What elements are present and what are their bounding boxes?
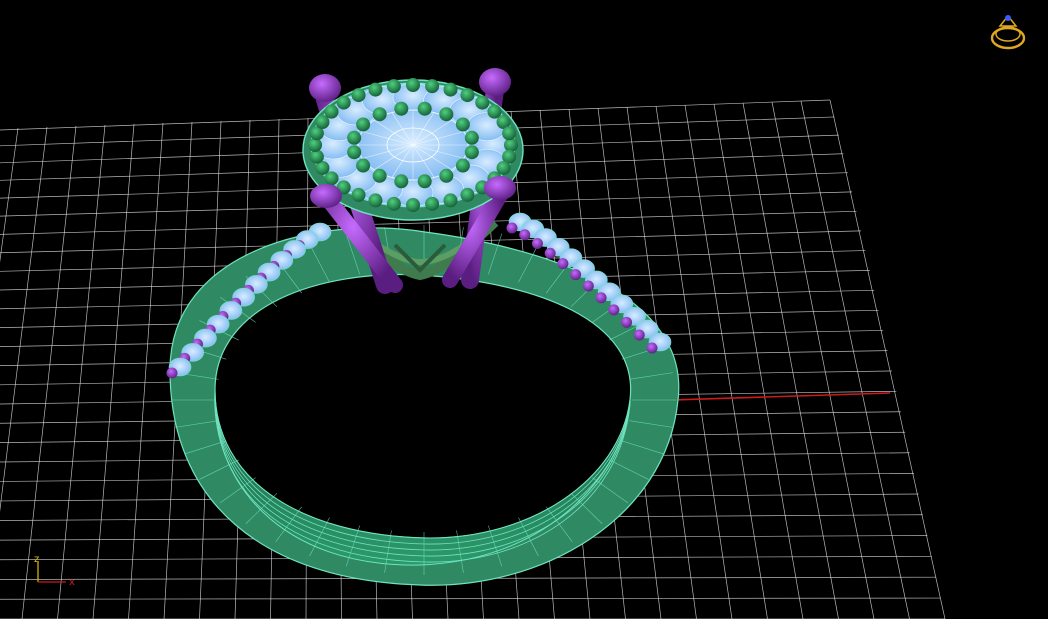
3d-viewport[interactable]: z x bbox=[0, 0, 1048, 619]
center-stone-facets bbox=[358, 110, 468, 180]
triad-x-label: x bbox=[69, 577, 75, 588]
axis-triad: z x bbox=[34, 554, 75, 588]
ring-model[interactable] bbox=[166, 68, 680, 586]
ring-icon[interactable] bbox=[990, 14, 1026, 50]
triad-z-label: z bbox=[34, 554, 39, 565]
scene-canvas[interactable]: z x bbox=[0, 0, 1048, 619]
